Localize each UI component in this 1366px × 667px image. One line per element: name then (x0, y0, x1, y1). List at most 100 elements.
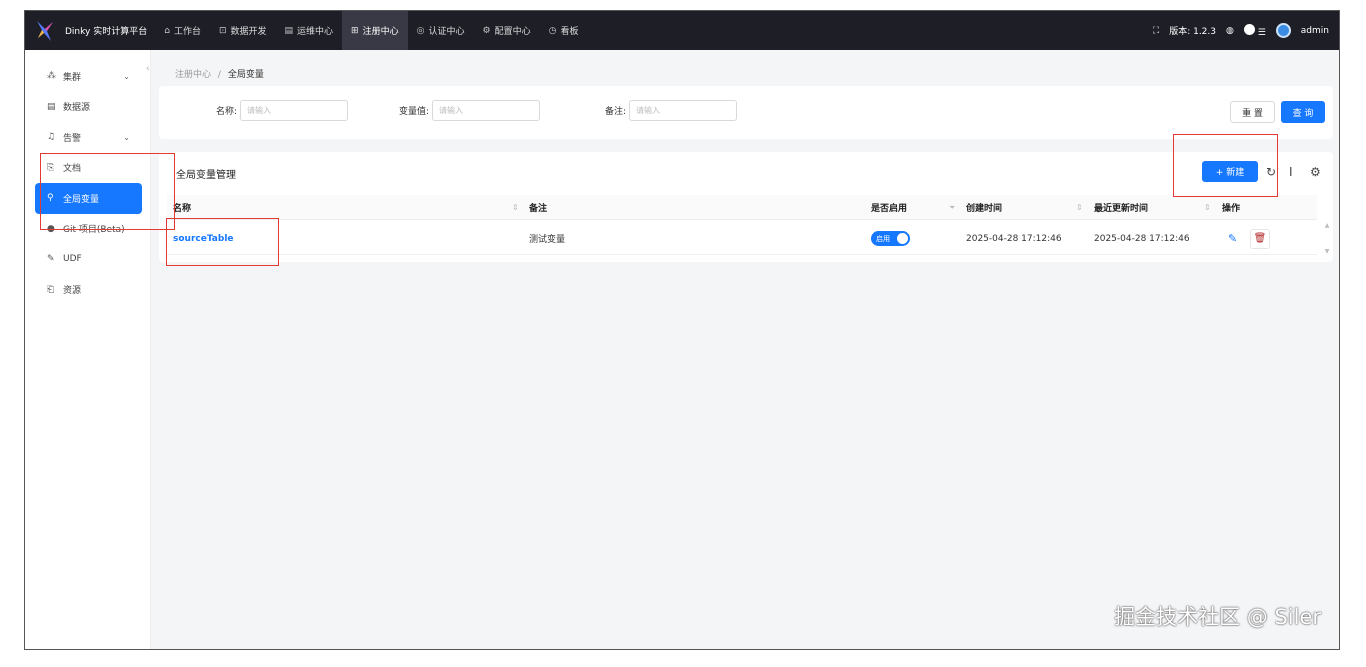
note-input[interactable] (629, 100, 738, 121)
sort-icon[interactable]: ⇕ (1204, 195, 1211, 220)
monitor-icon: ▤ (284, 25, 294, 36)
variable-table-card: 全局变量管理 + 新建 ↻ Ι ⚙ 名称 ⇕ 备注 是否启用 ⏷ 创建时间 ⇕ … (159, 152, 1333, 262)
sort-icon[interactable]: ⇕ (1076, 195, 1083, 220)
nav-config-center[interactable]: ⚙ 配置中心 (473, 11, 539, 50)
main-content: 注册中心 / 全局变量 名称: 变量值: 备注: 重 置 查 询 全局变量管理 … (151, 50, 1339, 649)
breadcrumb-parent[interactable]: 注册中心 (175, 70, 211, 80)
breadcrumb-separator: / (217, 70, 221, 80)
sidebar-item-label: 数据源 (63, 103, 91, 114)
sidebar-item-label: 告警 (63, 133, 82, 144)
table-header: 名称 ⇕ 备注 是否启用 ⏷ 创建时间 ⇕ 最近更新时间 ⇕ 操作 (167, 195, 1317, 220)
resource-icon: ⎗ (47, 284, 55, 295)
sidebar-item-label: 集群 (63, 72, 82, 83)
collapse-sidebar-icon[interactable]: ‹ (146, 64, 150, 74)
column-header-note: 备注 (529, 204, 548, 214)
horizontal-scrollbar[interactable]: ▲ ▼ (1323, 222, 1331, 255)
nav-label: 配置中心 (494, 27, 531, 37)
brand-title[interactable]: Dinky 实时计算平台 (65, 24, 147, 37)
sidebar-item-global-variable[interactable]: ⚲ 全局变量 (35, 183, 142, 214)
new-button[interactable]: + 新建 (1202, 161, 1258, 182)
value-label: 变量值: (399, 107, 430, 117)
name-input[interactable] (240, 100, 349, 121)
shield-check-icon: ◎ (416, 25, 425, 36)
document-icon: ⎘ (47, 162, 55, 173)
name-field: 名称: (216, 100, 349, 121)
sidebar-item-label: 全局变量 (63, 194, 100, 205)
delete-button[interactable]: 🗑 (1250, 222, 1270, 255)
table-row: sourceTable 测试变量 启用 2025-04-28 17:12:46 … (167, 222, 1317, 255)
avatar[interactable] (1275, 23, 1291, 38)
sidebar-item-label: 文档 (63, 164, 82, 175)
nav-dashboard[interactable]: ◷ 看板 (540, 11, 588, 50)
variable-icon: ⚲ (47, 193, 54, 204)
globe-icon[interactable]: ◍ (1226, 26, 1234, 36)
chevron-down-icon: ⌄ (123, 132, 130, 142)
variable-name-link[interactable]: sourceTable (173, 222, 234, 255)
app-window: Dinky 实时计算平台 ⌂ 工作台 ⊡ 数据开发 ▤ 运维中心 ⊞ 注册中心 ◎ 认证中… (24, 10, 1340, 650)
nav-label: 运维中心 (297, 27, 334, 37)
sidebar-item-label: 资源 (63, 286, 82, 297)
reset-button[interactable]: 重 置 (1230, 101, 1275, 123)
username[interactable]: admin (1301, 26, 1329, 36)
table-title: 全局变量管理 (176, 170, 236, 181)
github-icon: ● (47, 223, 55, 234)
query-button[interactable]: 查 询 (1281, 101, 1325, 123)
sort-icon[interactable]: ⇕ (512, 195, 519, 220)
column-header-created: 创建时间 (966, 204, 1003, 214)
header-actions: ⛶ 版本: 1.2.3 ◍ ☰ admin (1153, 23, 1339, 38)
nav-workbench[interactable]: ⌂ 工作台 (155, 11, 210, 50)
home-icon: ⌂ (164, 25, 170, 36)
breadcrumb: 注册中心 / 全局变量 (175, 67, 264, 80)
updated-time: 2025-04-28 17:12:46 (1094, 233, 1190, 244)
column-header-enabled: 是否启用 (871, 204, 908, 214)
nav-devops-center[interactable]: ▤ 运维中心 (276, 11, 343, 50)
note-label: 备注: (605, 107, 627, 117)
value-field: 变量值: (399, 100, 541, 121)
settings-icon[interactable]: ⚙ (1310, 165, 1321, 179)
sidebar-item-cluster[interactable]: ⁂ 集群 ⌄ (25, 61, 150, 92)
edit-icon[interactable]: ✎ (1228, 222, 1237, 255)
enabled-switch[interactable]: 启用 (871, 231, 910, 246)
search-form: 名称: 变量值: 备注: 重 置 查 询 (159, 86, 1333, 139)
filter-icon[interactable]: ⏷ (949, 195, 955, 220)
enabled-toggle[interactable]: 启用 (871, 222, 910, 255)
nav-label: 看板 (560, 27, 579, 37)
sidebar-item-document[interactable]: ⎘ 文档 (25, 153, 150, 184)
main-nav: ⌂ 工作台 ⊡ 数据开发 ▤ 运维中心 ⊞ 注册中心 ◎ 认证中心 ⚙ 配置中心 ◷ 看板 (155, 11, 587, 50)
alert-icon: ♫ (47, 132, 56, 143)
sidebar-item-alert[interactable]: ♫ 告警 ⌄ (25, 122, 150, 153)
gear-icon: ⚙ (482, 25, 491, 36)
database-icon: ▤ (47, 101, 56, 112)
sidebar-item-udf[interactable]: ✎ UDF (25, 244, 150, 275)
name-label: 名称: (216, 107, 238, 117)
sidebar-item-git-project[interactable]: ● Git 项目(Beta) (25, 214, 150, 245)
code-icon: ⊡ (218, 25, 227, 36)
nav-registration-center[interactable]: ⊞ 注册中心 (342, 11, 408, 50)
variable-note: 测试变量 (529, 235, 566, 245)
column-header-actions: 操作 (1222, 204, 1241, 214)
trash-icon: 🗑 (1250, 228, 1270, 249)
breadcrumb-current: 全局变量 (227, 70, 264, 80)
column-header-updated: 最近更新时间 (1094, 204, 1149, 214)
top-navigation-bar: Dinky 实时计算平台 ⌂ 工作台 ⊡ 数据开发 ▤ 运维中心 ⊞ 注册中心 ◎ 认证中… (25, 11, 1339, 50)
sidebar-item-datasource[interactable]: ▤ 数据源 (25, 92, 150, 123)
sidebar-item-label: Git 项目(Beta) (63, 225, 125, 236)
nav-label: 数据开发 (230, 27, 267, 37)
udf-icon: ✎ (47, 254, 55, 265)
chevron-down-icon: ⌄ (123, 71, 130, 81)
watermark: 掘金技术社区 @ Siler (1114, 605, 1321, 629)
version-label: 版本: 1.2.3 (1169, 27, 1216, 37)
nav-data-studio[interactable]: ⊡ 数据开发 (210, 11, 276, 50)
note-field: 备注: (605, 100, 738, 121)
fullscreen-icon[interactable]: ⛶ (1153, 26, 1159, 36)
reload-icon[interactable]: ↻ (1266, 165, 1276, 179)
theme-toggle-icon[interactable]: ☰ (1243, 23, 1266, 38)
column-header-name: 名称 (173, 204, 192, 214)
dinky-logo[interactable] (25, 11, 65, 50)
value-input[interactable] (432, 100, 541, 121)
sidebar-item-resource[interactable]: ⎗ 资源 (25, 275, 150, 306)
sidebar-item-label: UDF (63, 254, 82, 265)
column-height-icon[interactable]: Ι (1289, 165, 1293, 179)
grid-icon: ⊞ (351, 25, 359, 36)
nav-auth-center[interactable]: ◎ 认证中心 (408, 11, 474, 50)
